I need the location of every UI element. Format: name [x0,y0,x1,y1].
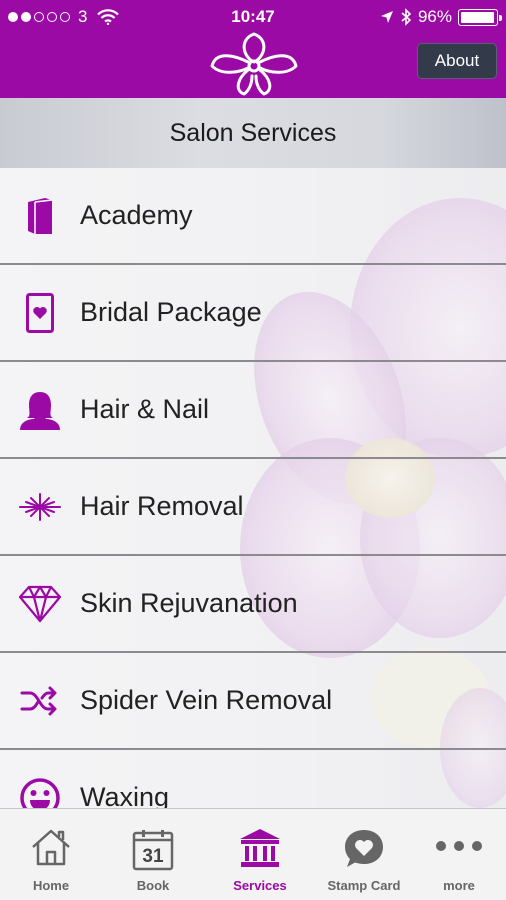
tab-bar: Home 31 Book Services Stamp Card more [0,808,506,900]
shuffle-icon [18,679,62,723]
services-list: Academy Bridal Package Hair & Nail Hair … [0,168,506,847]
heart-bubble-icon [342,827,386,874]
tab-home[interactable]: Home [0,809,102,900]
bank-icon [238,827,282,874]
battery-percent: 96% [417,7,452,26]
list-item-label: Bridal Package [80,297,262,327]
tab-label: Home [32,878,70,893]
list-item[interactable]: Skin Rejuvanation [0,556,506,653]
diamond-icon [18,582,62,626]
tab-more[interactable]: more [412,809,506,900]
tab-services[interactable]: Services [204,809,316,900]
tab-label: more [443,878,475,893]
heart-card-icon [18,291,62,335]
home-icon [29,827,73,872]
calendar-day: 31 [142,846,164,867]
tab-label: Book [136,878,170,893]
location-arrow-icon [380,10,394,24]
list-item-label: Spider Vein Removal [80,685,333,715]
orchid-logo [208,32,300,96]
list-item-label: Hair Removal [80,491,244,521]
tab-label: Services [233,878,287,893]
list-item[interactable]: Academy [0,168,506,265]
book-icon [18,194,62,238]
list-item[interactable]: Spider Vein Removal [0,653,506,750]
nav-header: 3 10:47 96% About [0,0,506,98]
more-dots-icon [435,839,483,857]
list-item[interactable]: Hair Removal [0,459,506,556]
list-item-label: Hair & Nail [80,394,210,424]
tab-label: Stamp Card [327,878,401,893]
laser-burst-icon [18,485,62,529]
list-item-label: Skin Rejuvanation [80,588,298,618]
page-title: Salon Services [0,98,506,168]
list-item[interactable]: Hair & Nail [0,362,506,459]
list-item[interactable]: Bridal Package [0,265,506,362]
battery-icon [458,8,502,26]
tab-book[interactable]: 31 Book [102,809,204,900]
bluetooth-icon [400,8,412,26]
tab-stamp-card[interactable]: Stamp Card [316,809,412,900]
list-item-label: Academy [80,200,193,230]
status-bar: 3 10:47 96% [0,0,506,34]
calendar-icon: 31 [132,829,174,876]
woman-silhouette-icon [18,388,62,432]
about-button[interactable]: About [417,43,497,79]
